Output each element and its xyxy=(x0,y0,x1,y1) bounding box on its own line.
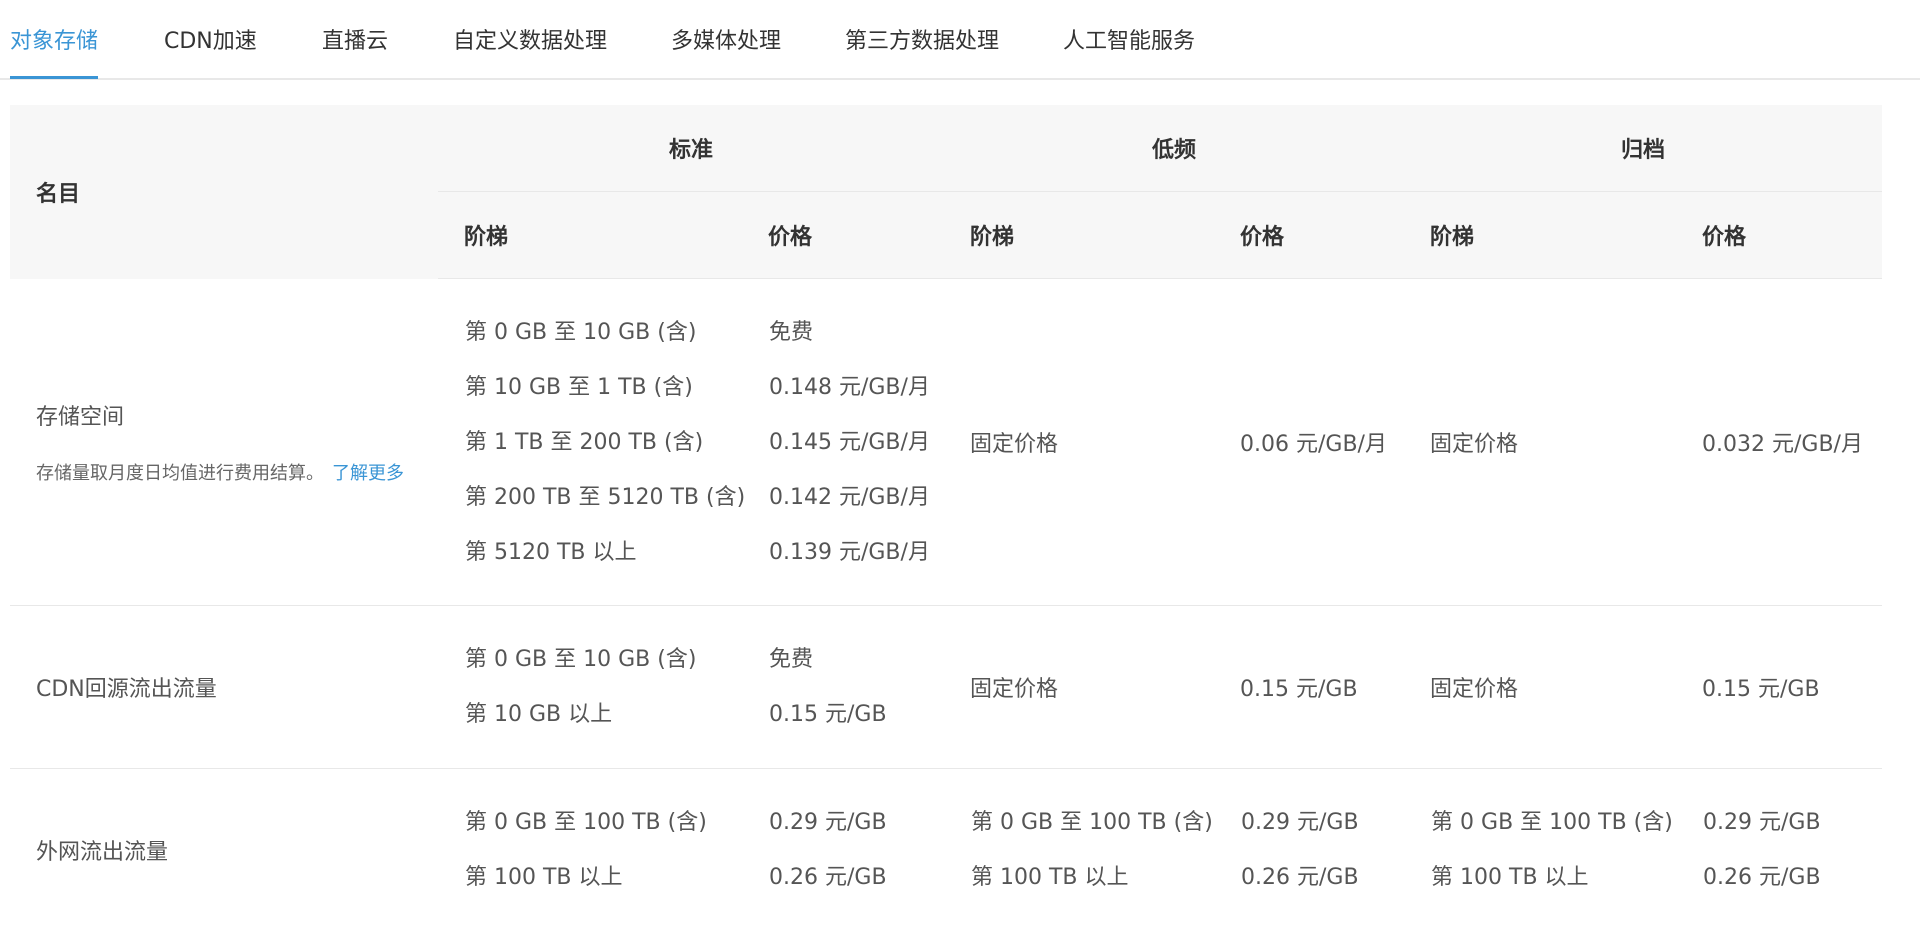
price-line: 0.26 元/GB xyxy=(1241,850,1403,905)
pricing-table-container: 名目 标准 低频 归档 阶梯 价格 阶梯 价格 阶梯 价格 存储空间 存储量取月… xyxy=(10,105,1882,931)
row-name-cell: 存储空间 存储量取月度日均值进行费用结算。了解更多 xyxy=(10,279,438,606)
std-price-cell: 免费 0.15 元/GB xyxy=(742,606,944,769)
tier-line: 第 1 TB 至 200 TB (含) xyxy=(465,415,741,470)
tier-line: 第 0 GB 至 10 GB (含) xyxy=(465,305,741,360)
std-price-cell: 免费 0.148 元/GB/月 0.145 元/GB/月 0.142 元/GB/… xyxy=(742,279,944,606)
subheader-price: 价格 xyxy=(1214,192,1404,279)
low-price-cell: 0.15 元/GB xyxy=(1214,606,1404,769)
std-tier-cell: 第 0 GB 至 100 TB (含) 第 100 TB 以上 xyxy=(438,769,742,931)
tier-line: 第 100 TB 以上 xyxy=(465,850,741,905)
tab-custom-data-processing[interactable]: 自定义数据处理 xyxy=(453,0,607,80)
tab-object-storage[interactable]: 对象存储 xyxy=(10,0,98,80)
std-tier-cell: 第 0 GB 至 10 GB (含) 第 10 GB 以上 xyxy=(438,606,742,769)
row-name-cell: 外网流出流量 xyxy=(10,769,438,931)
archive-tier-cell: 第 0 GB 至 100 TB (含) 第 100 TB 以上 xyxy=(1404,769,1676,931)
tier-line: 第 100 TB 以上 xyxy=(1431,850,1675,905)
tier-line: 第 200 TB 至 5120 TB (含) xyxy=(465,470,741,525)
tab-third-party[interactable]: 第三方数据处理 xyxy=(845,0,999,80)
low-price-cell: 0.06 元/GB/月 xyxy=(1214,279,1404,606)
product-tabs: 对象存储 CDN加速 直播云 自定义数据处理 多媒体处理 第三方数据处理 人工智… xyxy=(0,0,1920,80)
subheader-tier: 阶梯 xyxy=(944,192,1214,279)
name-column-header: 名目 xyxy=(10,105,438,279)
subheader-tier: 阶梯 xyxy=(1404,192,1676,279)
tier-line: 第 0 GB 至 100 TB (含) xyxy=(1431,795,1675,850)
group-header-infrequent: 低频 xyxy=(944,105,1404,192)
low-tier-cell: 第 0 GB 至 100 TB (含) 第 100 TB 以上 xyxy=(944,769,1214,931)
row-title: 外网流出流量 xyxy=(36,834,437,866)
tier-line: 第 5120 TB 以上 xyxy=(465,525,741,580)
archive-tier-cell: 固定价格 xyxy=(1404,606,1676,769)
tier-line: 第 0 GB 至 100 TB (含) xyxy=(465,795,741,850)
group-header-standard: 标准 xyxy=(438,105,944,192)
archive-price-cell: 0.29 元/GB 0.26 元/GB xyxy=(1676,769,1882,931)
subheader-tier: 阶梯 xyxy=(438,192,742,279)
tab-ai-service[interactable]: 人工智能服务 xyxy=(1063,0,1195,80)
learn-more-link[interactable]: 了解更多 xyxy=(332,463,404,484)
tab-cdn[interactable]: CDN加速 xyxy=(164,0,257,80)
row-note: 存储量取月度日均值进行费用结算。了解更多 xyxy=(36,459,437,485)
subheader-price: 价格 xyxy=(1676,192,1882,279)
tier-line: 第 10 GB 至 1 TB (含) xyxy=(465,360,741,415)
price-line: 0.142 元/GB/月 xyxy=(769,470,943,525)
low-tier-cell: 固定价格 xyxy=(944,606,1214,769)
std-price-cell: 0.29 元/GB 0.26 元/GB xyxy=(742,769,944,931)
group-header-archive: 归档 xyxy=(1404,105,1882,192)
price-line: 0.26 元/GB xyxy=(1703,850,1881,905)
subheader-price: 价格 xyxy=(742,192,944,279)
price-line: 0.139 元/GB/月 xyxy=(769,525,943,580)
price-line: 免费 xyxy=(769,632,943,687)
price-line: 0.26 元/GB xyxy=(769,850,943,905)
price-line: 0.15 元/GB xyxy=(769,687,943,742)
price-line: 0.29 元/GB xyxy=(1703,795,1881,850)
tab-live-cloud[interactable]: 直播云 xyxy=(322,0,388,80)
archive-price-cell: 0.15 元/GB xyxy=(1676,606,1882,769)
low-price-cell: 0.29 元/GB 0.26 元/GB xyxy=(1214,769,1404,931)
tab-multimedia[interactable]: 多媒体处理 xyxy=(671,0,781,80)
price-line: 0.148 元/GB/月 xyxy=(769,360,943,415)
table-row-cdn-origin: CDN回源流出流量 第 0 GB 至 10 GB (含) 第 10 GB 以上 … xyxy=(10,606,1882,769)
tier-line: 第 0 GB 至 10 GB (含) xyxy=(465,632,741,687)
row-title: CDN回源流出流量 xyxy=(36,671,437,703)
price-line: 免费 xyxy=(769,305,943,360)
table-row-storage: 存储空间 存储量取月度日均值进行费用结算。了解更多 第 0 GB 至 10 GB… xyxy=(10,279,1882,606)
tier-line: 第 10 GB 以上 xyxy=(465,687,741,742)
pricing-table: 名目 标准 低频 归档 阶梯 价格 阶梯 价格 阶梯 价格 存储空间 存储量取月… xyxy=(10,105,1882,931)
price-line: 0.29 元/GB xyxy=(1241,795,1403,850)
archive-tier-cell: 固定价格 xyxy=(1404,279,1676,606)
tier-line: 第 0 GB 至 100 TB (含) xyxy=(971,795,1213,850)
low-tier-cell: 固定价格 xyxy=(944,279,1214,606)
table-row-internet-egress: 外网流出流量 第 0 GB 至 100 TB (含) 第 100 TB 以上 0… xyxy=(10,769,1882,931)
active-tab-indicator xyxy=(10,76,98,79)
archive-price-cell: 0.032 元/GB/月 xyxy=(1676,279,1882,606)
std-tier-cell: 第 0 GB 至 10 GB (含) 第 10 GB 至 1 TB (含) 第 … xyxy=(438,279,742,606)
price-line: 0.145 元/GB/月 xyxy=(769,415,943,470)
row-name-cell: CDN回源流出流量 xyxy=(10,606,438,769)
row-note-text: 存储量取月度日均值进行费用结算。 xyxy=(36,463,324,484)
price-line: 0.29 元/GB xyxy=(769,795,943,850)
row-title: 存储空间 xyxy=(36,399,437,431)
tier-line: 第 100 TB 以上 xyxy=(971,850,1213,905)
